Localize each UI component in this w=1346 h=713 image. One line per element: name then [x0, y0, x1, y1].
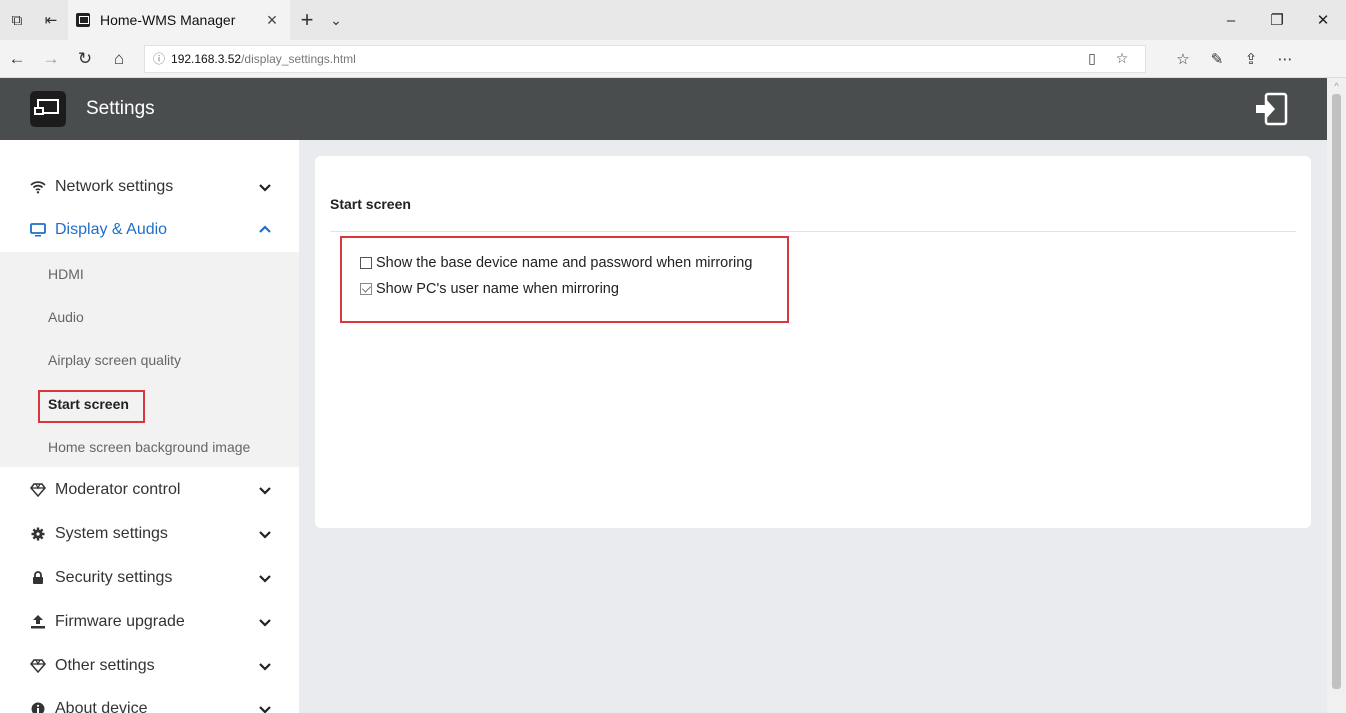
option-label: Show PC's user name when mirroring: [376, 281, 619, 297]
url-field[interactable]: ⓘ 192.168.3.52 /display_settings.html ▯ …: [144, 44, 1146, 73]
option-show-device-name-password[interactable]: Show the base device name and password w…: [360, 255, 752, 271]
checkbox-unchecked[interactable]: [360, 257, 372, 269]
favorite-star-icon[interactable]: ☆: [1107, 50, 1137, 67]
start-screen-highlight-box: [38, 390, 145, 423]
options-highlight-box: [340, 236, 789, 323]
browser-toolbar: ☆ ✎ ⇪ ⋯: [1166, 50, 1302, 68]
start-screen-card: Start screen Show the base device name a…: [315, 156, 1311, 528]
sidebar-item-other-settings[interactable]: Other settings: [0, 644, 299, 688]
page-scrollbar[interactable]: ^: [1327, 78, 1346, 713]
tab-actions-icon[interactable]: ⧉: [0, 0, 34, 40]
tab-title: Home-WMS Manager: [100, 12, 236, 28]
subitem-airplay-screen-quality[interactable]: Airplay screen quality: [48, 352, 181, 368]
more-icon[interactable]: ⋯: [1268, 50, 1302, 68]
monitor-icon: [30, 222, 46, 238]
upload-icon: [30, 614, 46, 630]
subitem-hdmi[interactable]: HDMI: [48, 266, 84, 282]
screen-mirror-logo-icon: [30, 91, 66, 127]
sidebar-item-firmware-upgrade[interactable]: Firmware upgrade: [0, 600, 299, 644]
chevron-down-icon: [259, 575, 271, 583]
favicon-icon: [76, 13, 90, 27]
site-info-icon[interactable]: ⓘ: [153, 50, 165, 67]
window-controls: – ❐ ✕: [1208, 0, 1346, 40]
url-path: /display_settings.html: [241, 51, 356, 66]
address-bar-row: ← → ↻ ⌂ ⓘ 192.168.3.52 /display_settings…: [0, 40, 1346, 78]
share-icon[interactable]: ⇪: [1234, 50, 1268, 68]
browser-tab-strip: ⧉ ⇤ Home-WMS Manager × + ⌄ – ❐ ✕: [0, 0, 1346, 40]
back-icon[interactable]: ←: [0, 40, 34, 78]
wifi-icon: [30, 179, 46, 195]
sidebar-item-network-settings[interactable]: Network settings: [0, 165, 299, 209]
new-tab-button[interactable]: +: [290, 7, 324, 33]
info-icon: [30, 701, 46, 713]
chevron-down-icon: [259, 619, 271, 627]
main-content: Start screen Show the base device name a…: [299, 140, 1327, 713]
restore-icon[interactable]: ❐: [1254, 0, 1300, 40]
checkbox-checked[interactable]: [360, 283, 372, 295]
minimize-icon[interactable]: –: [1208, 0, 1254, 40]
set-tabs-aside-icon[interactable]: ⇤: [34, 0, 68, 40]
chevron-down-icon: [259, 184, 271, 192]
diamond-icon: [30, 482, 46, 498]
logout-icon[interactable]: [1255, 92, 1289, 126]
favorites-hub-icon[interactable]: ☆: [1166, 50, 1200, 68]
sidebar-item-security-settings[interactable]: Security settings: [0, 556, 299, 600]
reading-view-icon[interactable]: ▯: [1077, 50, 1107, 67]
forward-icon[interactable]: →: [34, 40, 68, 78]
lock-icon: [30, 570, 46, 586]
home-icon[interactable]: ⌂: [102, 40, 136, 78]
page-title: Settings: [86, 98, 155, 119]
window-close-icon[interactable]: ✕: [1300, 0, 1346, 40]
option-label: Show the base device name and password w…: [376, 255, 753, 271]
scrollbar-thumb[interactable]: [1332, 94, 1341, 689]
url-host: 192.168.3.52: [171, 51, 242, 66]
scroll-up-icon[interactable]: ^: [1327, 78, 1346, 94]
browser-tab[interactable]: Home-WMS Manager ×: [68, 0, 290, 40]
divider: [330, 231, 1296, 232]
cog-icon: [30, 526, 46, 542]
card-title: Start screen: [330, 196, 411, 212]
chevron-down-icon: [259, 487, 271, 495]
app-header: Settings: [0, 78, 1327, 140]
subitem-audio[interactable]: Audio: [48, 309, 84, 325]
tab-list-chevron-icon[interactable]: ⌄: [324, 12, 348, 29]
pen-icon[interactable]: ✎: [1200, 50, 1234, 68]
sidebar: Network settings Display & Audio HDMI Au…: [0, 140, 299, 713]
chevron-down-icon: [259, 531, 271, 539]
chevron-down-icon: [259, 663, 271, 671]
subitem-home-screen-background-image[interactable]: Home screen background image: [48, 439, 250, 455]
refresh-icon[interactable]: ↻: [68, 40, 102, 78]
tab-close-icon[interactable]: ×: [262, 10, 282, 31]
chevron-up-icon: [259, 225, 271, 233]
option-show-pc-user-name[interactable]: Show PC's user name when mirroring: [360, 281, 619, 297]
diamond-icon: [30, 658, 46, 674]
sidebar-item-system-settings[interactable]: System settings: [0, 512, 299, 556]
chevron-down-icon: [259, 706, 271, 713]
sidebar-item-moderator-control[interactable]: Moderator control: [0, 468, 299, 512]
sidebar-item-display-audio[interactable]: Display & Audio: [0, 208, 299, 252]
sidebar-item-about-device[interactable]: About device: [0, 687, 299, 713]
